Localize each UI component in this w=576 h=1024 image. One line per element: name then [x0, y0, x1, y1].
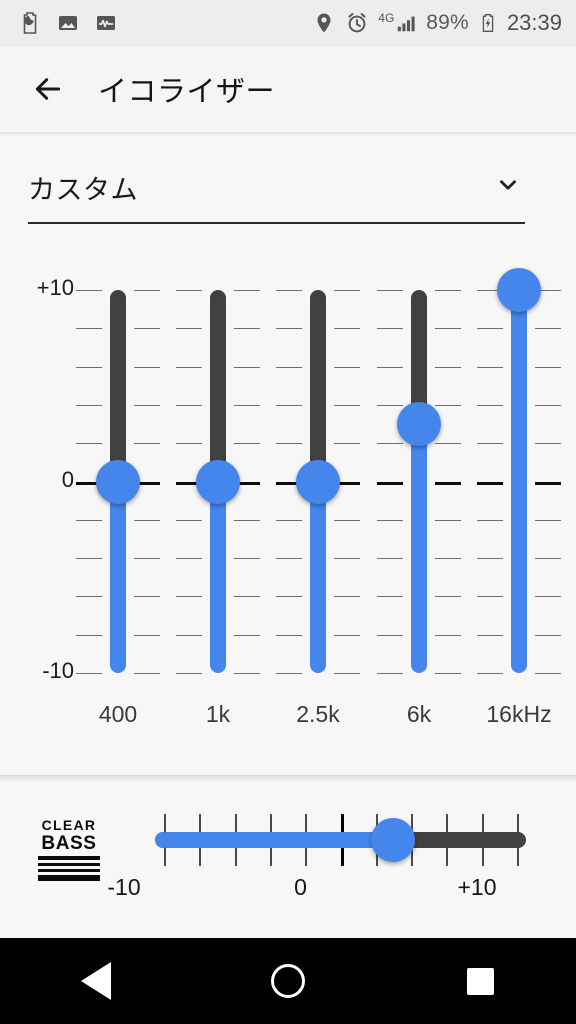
eq-band-frequency-label: 16kHz [486, 701, 552, 727]
status-bar-left-icons [18, 11, 118, 35]
eq-band-frequency-label: 1k [205, 701, 231, 727]
preset-dropdown[interactable]: カスタム [28, 152, 525, 224]
nav-home-button[interactable] [243, 938, 333, 1024]
nav-recents-square-icon [466, 967, 494, 995]
equalizer-screen: 4G 89% 23:39 イコライザー カスタム +10 0 -10 400 1… [0, 0, 576, 1024]
eq-band-track[interactable] [210, 290, 226, 482]
preset-selected-label: カスタム [28, 174, 138, 206]
nav-back-button[interactable] [51, 938, 141, 1024]
battery-percent-label: 89% [426, 11, 469, 34]
clear-bass-slider[interactable]: -10 0 +10 [107, 814, 526, 904]
eq-band-frequency-label: 2.5k [296, 701, 340, 727]
network-type-label: 4G [378, 11, 395, 25]
image-icon [59, 16, 77, 30]
eq-band-fill [210, 481, 226, 673]
eq-band-slider[interactable]: 2.5k [268, 246, 368, 727]
signal-4g-icon: 4G [378, 12, 417, 34]
eq-band-thumb[interactable] [397, 402, 441, 447]
eq-band-track[interactable] [310, 290, 326, 482]
location-pin-icon [317, 13, 331, 33]
status-bar-right-icons: 4G 89% 23:39 [312, 10, 562, 36]
eq-scale-label-mid: 0 [61, 466, 74, 492]
equalizer-band-area: +10 0 -10 400 1k 2.5k 6k 16kHz [0, 246, 576, 775]
status-bar: 4G 89% 23:39 [0, 0, 576, 46]
page-title: イコライザー [98, 74, 276, 108]
eq-band-thumb[interactable] [96, 459, 140, 504]
eq-band-thumb[interactable] [296, 459, 340, 504]
clear-bass-logo: CLEAR BASS [38, 818, 100, 881]
clear-bass-section: CLEAR BASS -10 0 +10 [0, 782, 576, 942]
chevron-down-icon [495, 172, 521, 203]
eq-band-thumb[interactable] [497, 268, 541, 312]
eq-band-fill [511, 290, 527, 673]
eq-band-slider[interactable]: 6k [369, 246, 469, 727]
alarm-clock-icon [348, 13, 366, 33]
eq-band-slider[interactable]: 16kHz [469, 246, 569, 727]
clear-bass-axis-label-mid: 0 [294, 874, 307, 900]
nav-home-circle-icon [271, 964, 305, 998]
clear-bass-logo-line2: BASS [41, 833, 97, 854]
eq-band-fill [411, 424, 427, 673]
eq-band-thumb[interactable] [196, 459, 240, 504]
eq-scale-label-min: -10 [42, 658, 74, 683]
eq-band-slider[interactable]: 1k [168, 246, 268, 727]
eq-band-track[interactable] [110, 290, 126, 482]
battery-saver-icon [23, 12, 37, 34]
clock-label: 23:39 [506, 10, 562, 35]
system-navigation-bar [0, 938, 576, 1024]
eq-band-fill [310, 481, 326, 673]
eq-band-frequency-label: 400 [98, 701, 138, 727]
back-arrow-icon [35, 78, 61, 100]
eq-band-frequency-label: 6k [406, 701, 432, 727]
battery-charging-icon [482, 14, 494, 32]
back-button[interactable] [20, 61, 76, 117]
section-divider [0, 775, 576, 782]
eq-band-fill [110, 481, 126, 673]
app-bar: イコライザー [0, 46, 576, 132]
eq-band-slider[interactable]: 400 [68, 246, 168, 727]
clear-bass-logo-line1: CLEAR [41, 817, 97, 833]
clear-bass-thumb[interactable] [371, 818, 416, 862]
eq-scale-label-max: +10 [36, 275, 74, 300]
nav-back-triangle-icon [81, 962, 111, 1000]
clear-bass-axis-label-max: +10 [457, 874, 497, 900]
clear-bass-fill [155, 832, 394, 848]
activity-pulse-icon [97, 16, 115, 30]
clear-bass-axis-label-min: -10 [107, 874, 141, 900]
nav-recents-button[interactable] [435, 938, 525, 1024]
